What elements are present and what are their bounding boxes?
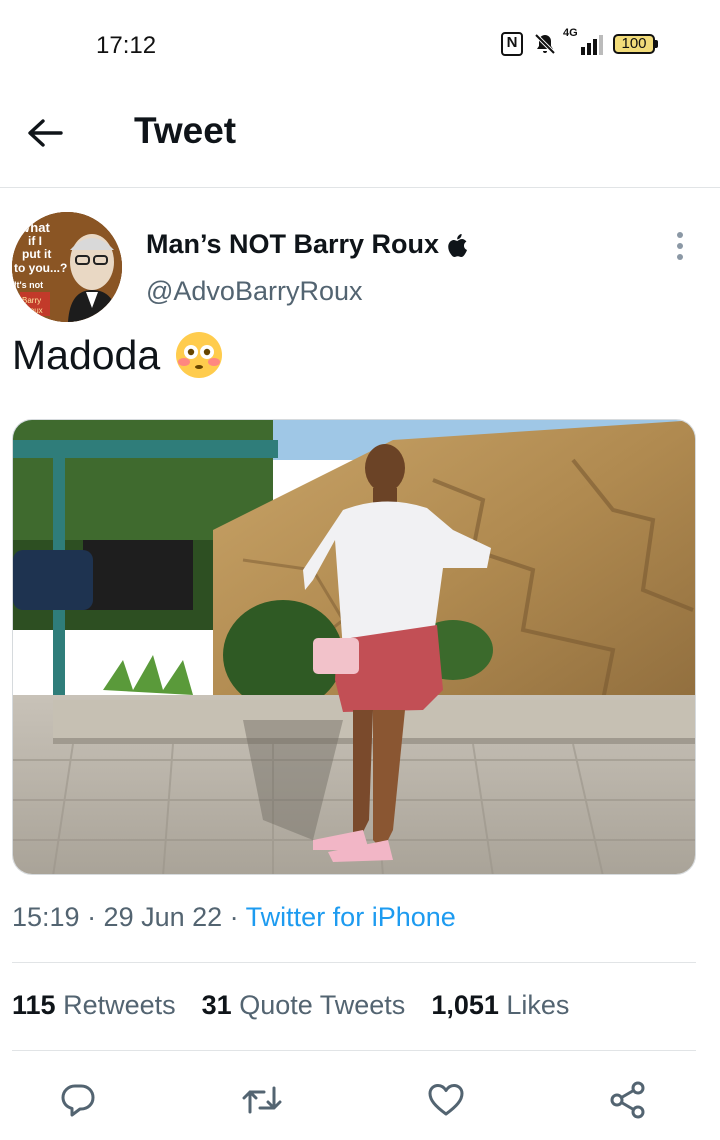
tweet-text: Madoda (12, 330, 224, 380)
author-avatar[interactable]: What if I put it to you...? It's not Bar… (12, 212, 122, 322)
apple-icon (448, 233, 468, 257)
likes-stat[interactable]: 1,051 Likes (431, 990, 569, 1021)
photo-image (13, 420, 695, 874)
quote-tweets-stat[interactable]: 31 Quote Tweets (202, 990, 406, 1021)
svg-text:It's not: It's not (14, 280, 43, 290)
battery-level: 100 (613, 34, 655, 54)
author-handle[interactable]: @AdvoBarryRoux (146, 276, 363, 307)
status-bar: 17:12 N 4G 100 (0, 0, 720, 92)
tweet-actions (0, 1078, 720, 1128)
battery-icon: 100 (613, 34, 658, 54)
avatar-caption: What (18, 220, 50, 235)
retweet-icon[interactable] (240, 1078, 284, 1122)
page-title: Tweet (134, 110, 237, 151)
divider (12, 962, 696, 963)
back-arrow-icon[interactable] (24, 112, 66, 154)
more-options-icon[interactable] (670, 228, 690, 264)
tweet-stats: 115 Retweets 31 Quote Tweets 1,051 Likes (12, 990, 569, 1021)
reply-icon[interactable] (56, 1078, 100, 1122)
status-time: 17:12 (96, 32, 157, 59)
status-icons: N 4G 100 (501, 27, 658, 56)
svg-text:Barry: Barry (22, 296, 41, 305)
network-type-label: 4G (563, 27, 578, 39)
author-name-row[interactable]: Man’s NOT Barry Roux (146, 229, 469, 260)
tweet-meta: 15:19 · 29 Jun 22 · Twitter for iPhone (12, 902, 456, 933)
author-display-name[interactable]: Man’s NOT Barry Roux (146, 229, 439, 260)
svg-text:to you...?: to you...? (14, 261, 67, 275)
share-icon[interactable] (606, 1078, 650, 1122)
tweet-header: Tweet (0, 92, 720, 188)
retweets-stat[interactable]: 115 Retweets (12, 990, 176, 1021)
silent-bell-icon (534, 33, 556, 55)
nfc-icon: N (501, 32, 523, 56)
svg-text:if I: if I (28, 234, 42, 248)
like-icon[interactable] (424, 1078, 468, 1122)
svg-text:put it: put it (22, 247, 51, 261)
tweet-photo[interactable] (12, 419, 696, 875)
tweet-body: Madoda (12, 331, 161, 378)
flushed-face-icon (176, 332, 223, 378)
divider (12, 1050, 696, 1051)
signal-icon: 4G (563, 27, 603, 55)
tweet-source-link[interactable]: Twitter for iPhone (246, 902, 456, 932)
svg-text:Roux: Roux (24, 306, 43, 315)
tweet-timestamp: 15:19 · 29 Jun 22 · (12, 902, 246, 932)
